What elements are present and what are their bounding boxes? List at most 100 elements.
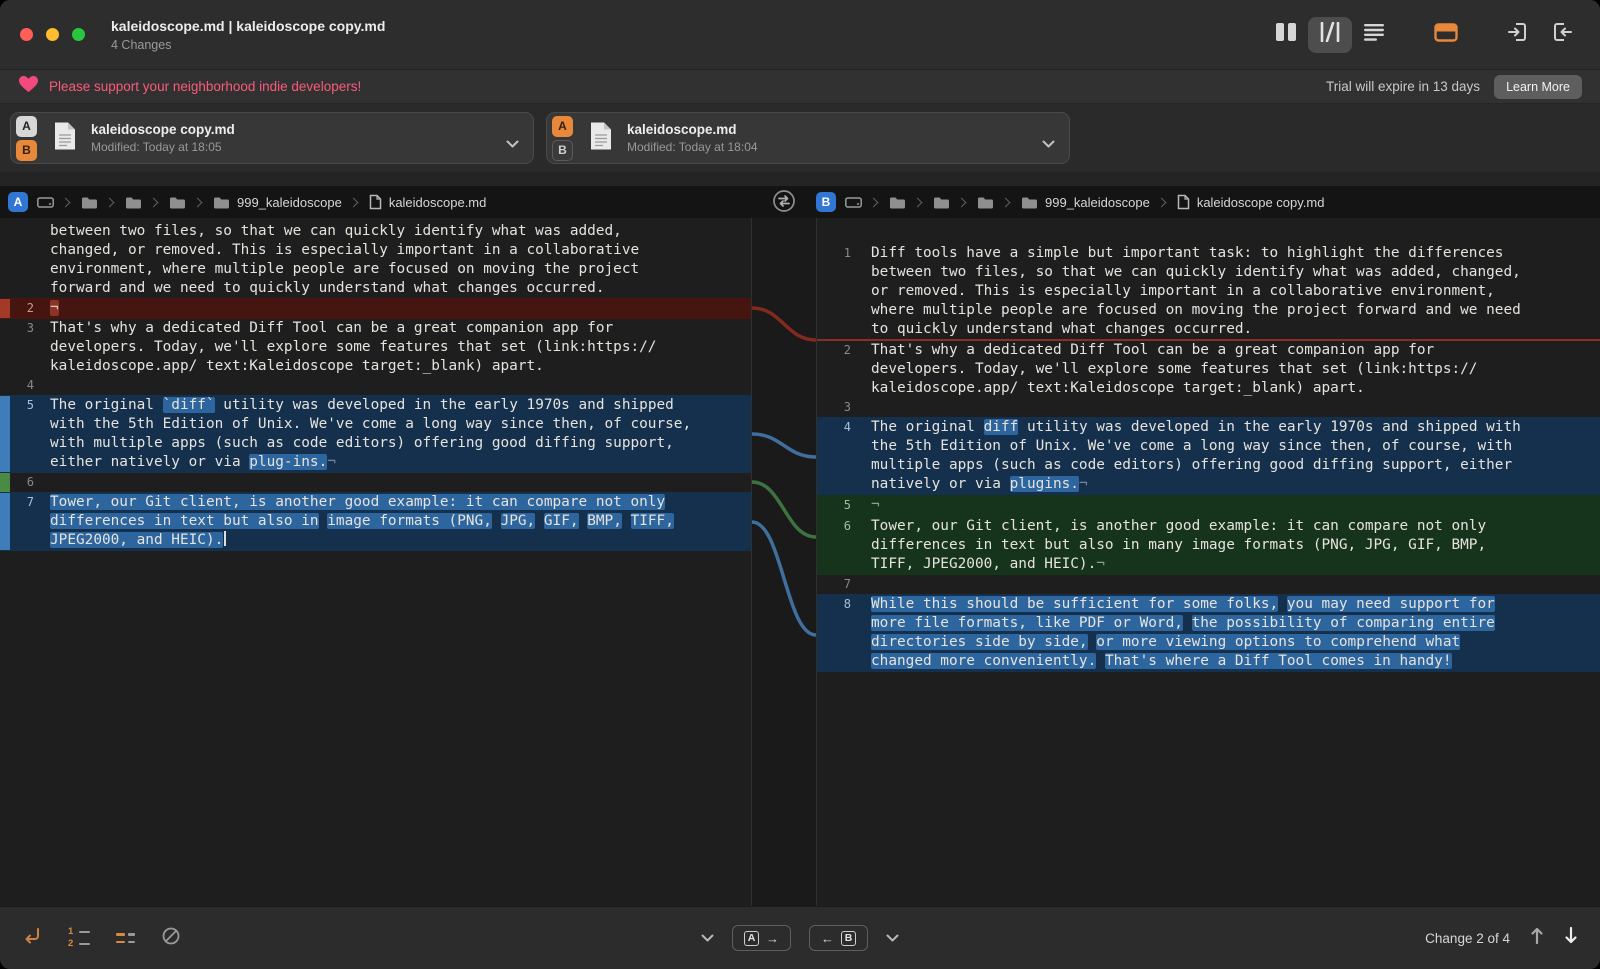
file-name: kaleidoscope copy.md [1197,195,1325,210]
badge-a: A [16,116,37,137]
chevron-separator [348,197,358,207]
path-bar: A 999_kaleidoscope kaleidoscope.md [0,186,1600,218]
bottom-toolbar: 1 2 A → ← B [0,906,1600,969]
file-modified: Modified: Today at 18:04 [627,140,758,154]
folder-crumb[interactable] [977,196,994,209]
diff-row[interactable]: 7 [817,575,1600,594]
copy-b-options-chevron[interactable] [886,929,899,947]
diff-row[interactable]: 2That's why a dedicated Diff Tool can be… [817,341,1600,398]
load-file-a-button[interactable] [1496,17,1540,53]
diff-row[interactable]: 7Tower, our Git client, is another good … [0,492,751,551]
diff-row[interactable]: 5¬ [817,495,1600,516]
drive-crumb[interactable] [37,196,54,209]
diff-row[interactable]: 6 [0,473,751,492]
file-selector-right[interactable]: A B kaleidoscope.md Modified: Today at 1… [546,112,1070,164]
two-up-view-icon [1274,22,1298,47]
chevron-down-icon[interactable] [1042,135,1055,153]
trial-expiry-text: Trial will expire in 13 days [1326,79,1480,94]
diff-pane-b[interactable]: 1Diff tools have a simple but important … [816,218,1600,906]
folder-crumb[interactable] [125,196,142,209]
copy-b-to-a-button[interactable]: ← B [809,925,868,951]
side-a-badge: A [8,192,28,212]
unified-view-button[interactable] [1352,17,1396,53]
zoom-button[interactable] [72,28,85,41]
change-edge-strip [0,473,10,492]
folder-crumb[interactable] [81,196,98,209]
folder-crumb-named[interactable]: 999_kaleidoscope [213,195,342,210]
chevron-separator [869,197,879,207]
line-number: 5 [817,496,861,515]
minimize-button[interactable] [46,28,59,41]
line-number: 7 [10,493,40,550]
line-text [40,473,59,492]
change-counter: Change 2 of 4 [1425,931,1510,946]
changes-list-button[interactable] [116,933,135,943]
chevron-separator [61,197,71,207]
banner-window-icon [1434,23,1458,47]
b-mini-badge: B [841,931,856,946]
line-numbers-button[interactable]: 1 2 [68,928,90,948]
diff-row[interactable]: 4 [0,376,751,395]
line-number: 1 [817,244,861,339]
line-text: ¬ [861,496,880,515]
two-up-view-button[interactable] [1264,17,1308,53]
fluid-view-button[interactable] [1308,17,1352,53]
file-modified: Modified: Today at 18:05 [91,140,235,154]
change-edge-strip [0,319,10,376]
folder-crumb[interactable] [169,196,186,209]
reveal-banner-button[interactable] [1424,17,1468,53]
copy-a-options-chevron[interactable] [701,929,714,947]
diff-row[interactable]: 6Tower, our Git client, is another good … [817,516,1600,575]
copy-a-to-b-button[interactable]: A → [732,925,791,951]
badge-b: B [552,140,573,161]
load-file-b-icon [1551,21,1573,48]
learn-more-button[interactable]: Learn More [1494,75,1582,99]
ignore-whitespace-button[interactable] [161,926,181,951]
file-name: kaleidoscope.md [627,122,758,137]
folder-crumb-named[interactable]: 999_kaleidoscope [1021,195,1150,210]
window-title-block: kaleidoscope.md | kaleidoscope copy.md 4… [111,18,385,52]
previous-change-button[interactable] [1530,926,1544,950]
folder-crumb[interactable] [889,196,906,209]
diff-row[interactable]: 3That's why a dedicated Diff Tool can be… [0,319,751,376]
file-shelf: A B kaleidoscope copy.md Modified: Today… [0,104,1600,172]
change-edge-strip [0,222,10,298]
heart-icon [18,75,39,99]
drive-crumb[interactable] [845,196,862,209]
chevron-separator [957,197,967,207]
file-crumb[interactable]: kaleidoscope copy.md [1177,194,1325,210]
line-number: 6 [10,473,40,492]
chevron-down-icon[interactable] [506,135,519,153]
diff-row[interactable]: 8While this should be sufficient for som… [817,594,1600,672]
diff-row[interactable]: 5The original `diff` utility was develop… [0,395,751,473]
folder-name: 999_kaleidoscope [237,195,342,210]
load-file-b-button[interactable] [1540,17,1584,53]
close-button[interactable] [20,28,33,41]
next-change-button[interactable] [1564,926,1578,950]
diff-row[interactable]: 3 [817,398,1600,417]
file-crumb[interactable]: kaleidoscope.md [369,194,487,210]
traffic-lights [20,28,85,41]
diff-row[interactable]: 1Diff tools have a simple but important … [817,244,1600,339]
line-number: 8 [817,595,861,671]
file-name: kaleidoscope.md [389,195,487,210]
chevron-separator [149,197,159,207]
fluid-view-icon [1318,22,1342,47]
wrap-lines-button[interactable] [22,926,42,951]
text-caret [224,531,226,546]
line-number: 5 [10,396,40,472]
document-icon [53,121,77,156]
line-text: The original `diff` utility was develope… [40,396,691,472]
diff-row[interactable]: between two files, so that we can quickl… [0,222,751,298]
diff-row[interactable]: 2¬ [0,298,751,319]
diff-row[interactable]: 4The original diff utility was developed… [817,417,1600,495]
numlist-digit: 2 [68,940,75,948]
folder-crumb[interactable] [933,196,950,209]
badge-a: A [552,116,573,137]
badge-b: B [16,140,37,161]
diff-pane-a[interactable]: between two files, so that we can quickl… [0,218,752,906]
swap-files-button[interactable] [772,189,796,216]
line-text: Diff tools have a simple but important t… [861,244,1521,339]
file-selector-left[interactable]: A B kaleidoscope copy.md Modified: Today… [10,112,534,164]
folder-name: 999_kaleidoscope [1045,195,1150,210]
